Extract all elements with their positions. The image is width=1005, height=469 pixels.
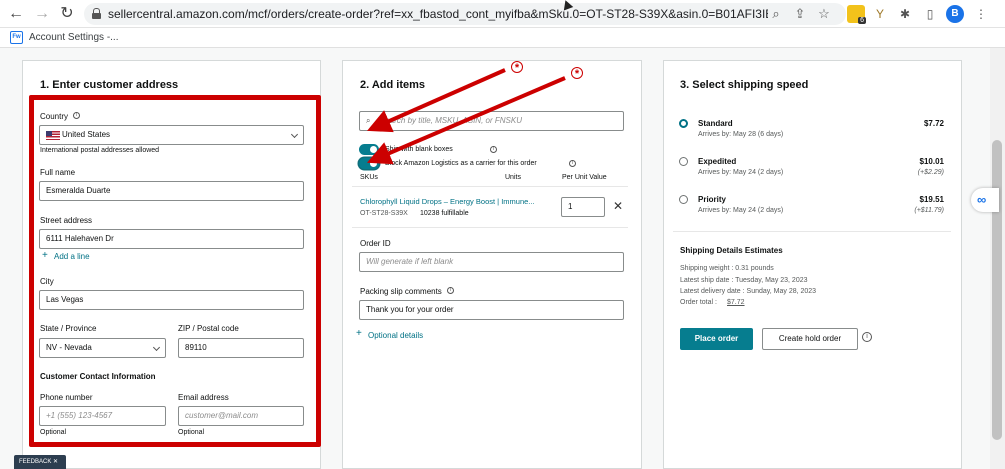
ship-option-name: Standard	[698, 119, 733, 128]
latest-delivery-date: Latest delivery date : Sunday, May 28, 2…	[680, 288, 817, 295]
radio-priority[interactable]	[679, 195, 688, 204]
ship-option-delta: (+$11.79)	[914, 207, 944, 214]
ship-option-name: Priority	[698, 195, 727, 204]
ship-option-price: $7.72	[923, 119, 944, 128]
ship-option-arrives: Arrives by: May 28 (6 days)	[698, 131, 784, 138]
annotation-star-1: *	[511, 61, 523, 74]
radio-standard[interactable]	[679, 119, 688, 128]
ship-option-delta: (+$2.29)	[917, 169, 944, 176]
ship-option-arrives: Arrives by: May 24 (2 days)	[698, 207, 784, 214]
order-total-label: Order total :	[680, 299, 717, 306]
create-hold-order-button[interactable]: Create hold order	[762, 328, 858, 350]
ship-option-price: $10.01	[919, 157, 944, 166]
side-widget[interactable]: ∞	[971, 188, 999, 212]
link-icon: ∞	[977, 192, 987, 207]
arrow-to-toggle	[366, 76, 566, 165]
shipping-title: 3. Select shipping speed	[680, 79, 809, 91]
arrow-to-search	[367, 68, 506, 133]
latest-ship-date: Latest ship date : Tuesday, May 23, 2023	[680, 277, 808, 284]
divider	[673, 231, 951, 232]
radio-expedited[interactable]	[679, 157, 688, 166]
scrollbar-thumb[interactable]	[992, 140, 1002, 440]
order-total-value[interactable]: $7.72	[727, 299, 745, 306]
estimates-title: Shipping Details Estimates	[680, 246, 783, 255]
shipping-weight: Shipping weight : 0.31 pounds	[680, 265, 774, 272]
hold-order-info-icon[interactable]: i	[862, 332, 872, 342]
place-order-button[interactable]: Place order	[680, 328, 753, 350]
search-icon: ⌕	[366, 116, 371, 125]
ship-option-arrives: Arrives by: May 24 (2 days)	[698, 169, 784, 176]
annotation-star-2: *	[571, 67, 583, 80]
ship-option-price: $19.51	[919, 195, 944, 204]
feedback-tab[interactable]: FEEDBACK ✕	[14, 455, 66, 469]
ship-option-name: Expedited	[698, 157, 737, 166]
